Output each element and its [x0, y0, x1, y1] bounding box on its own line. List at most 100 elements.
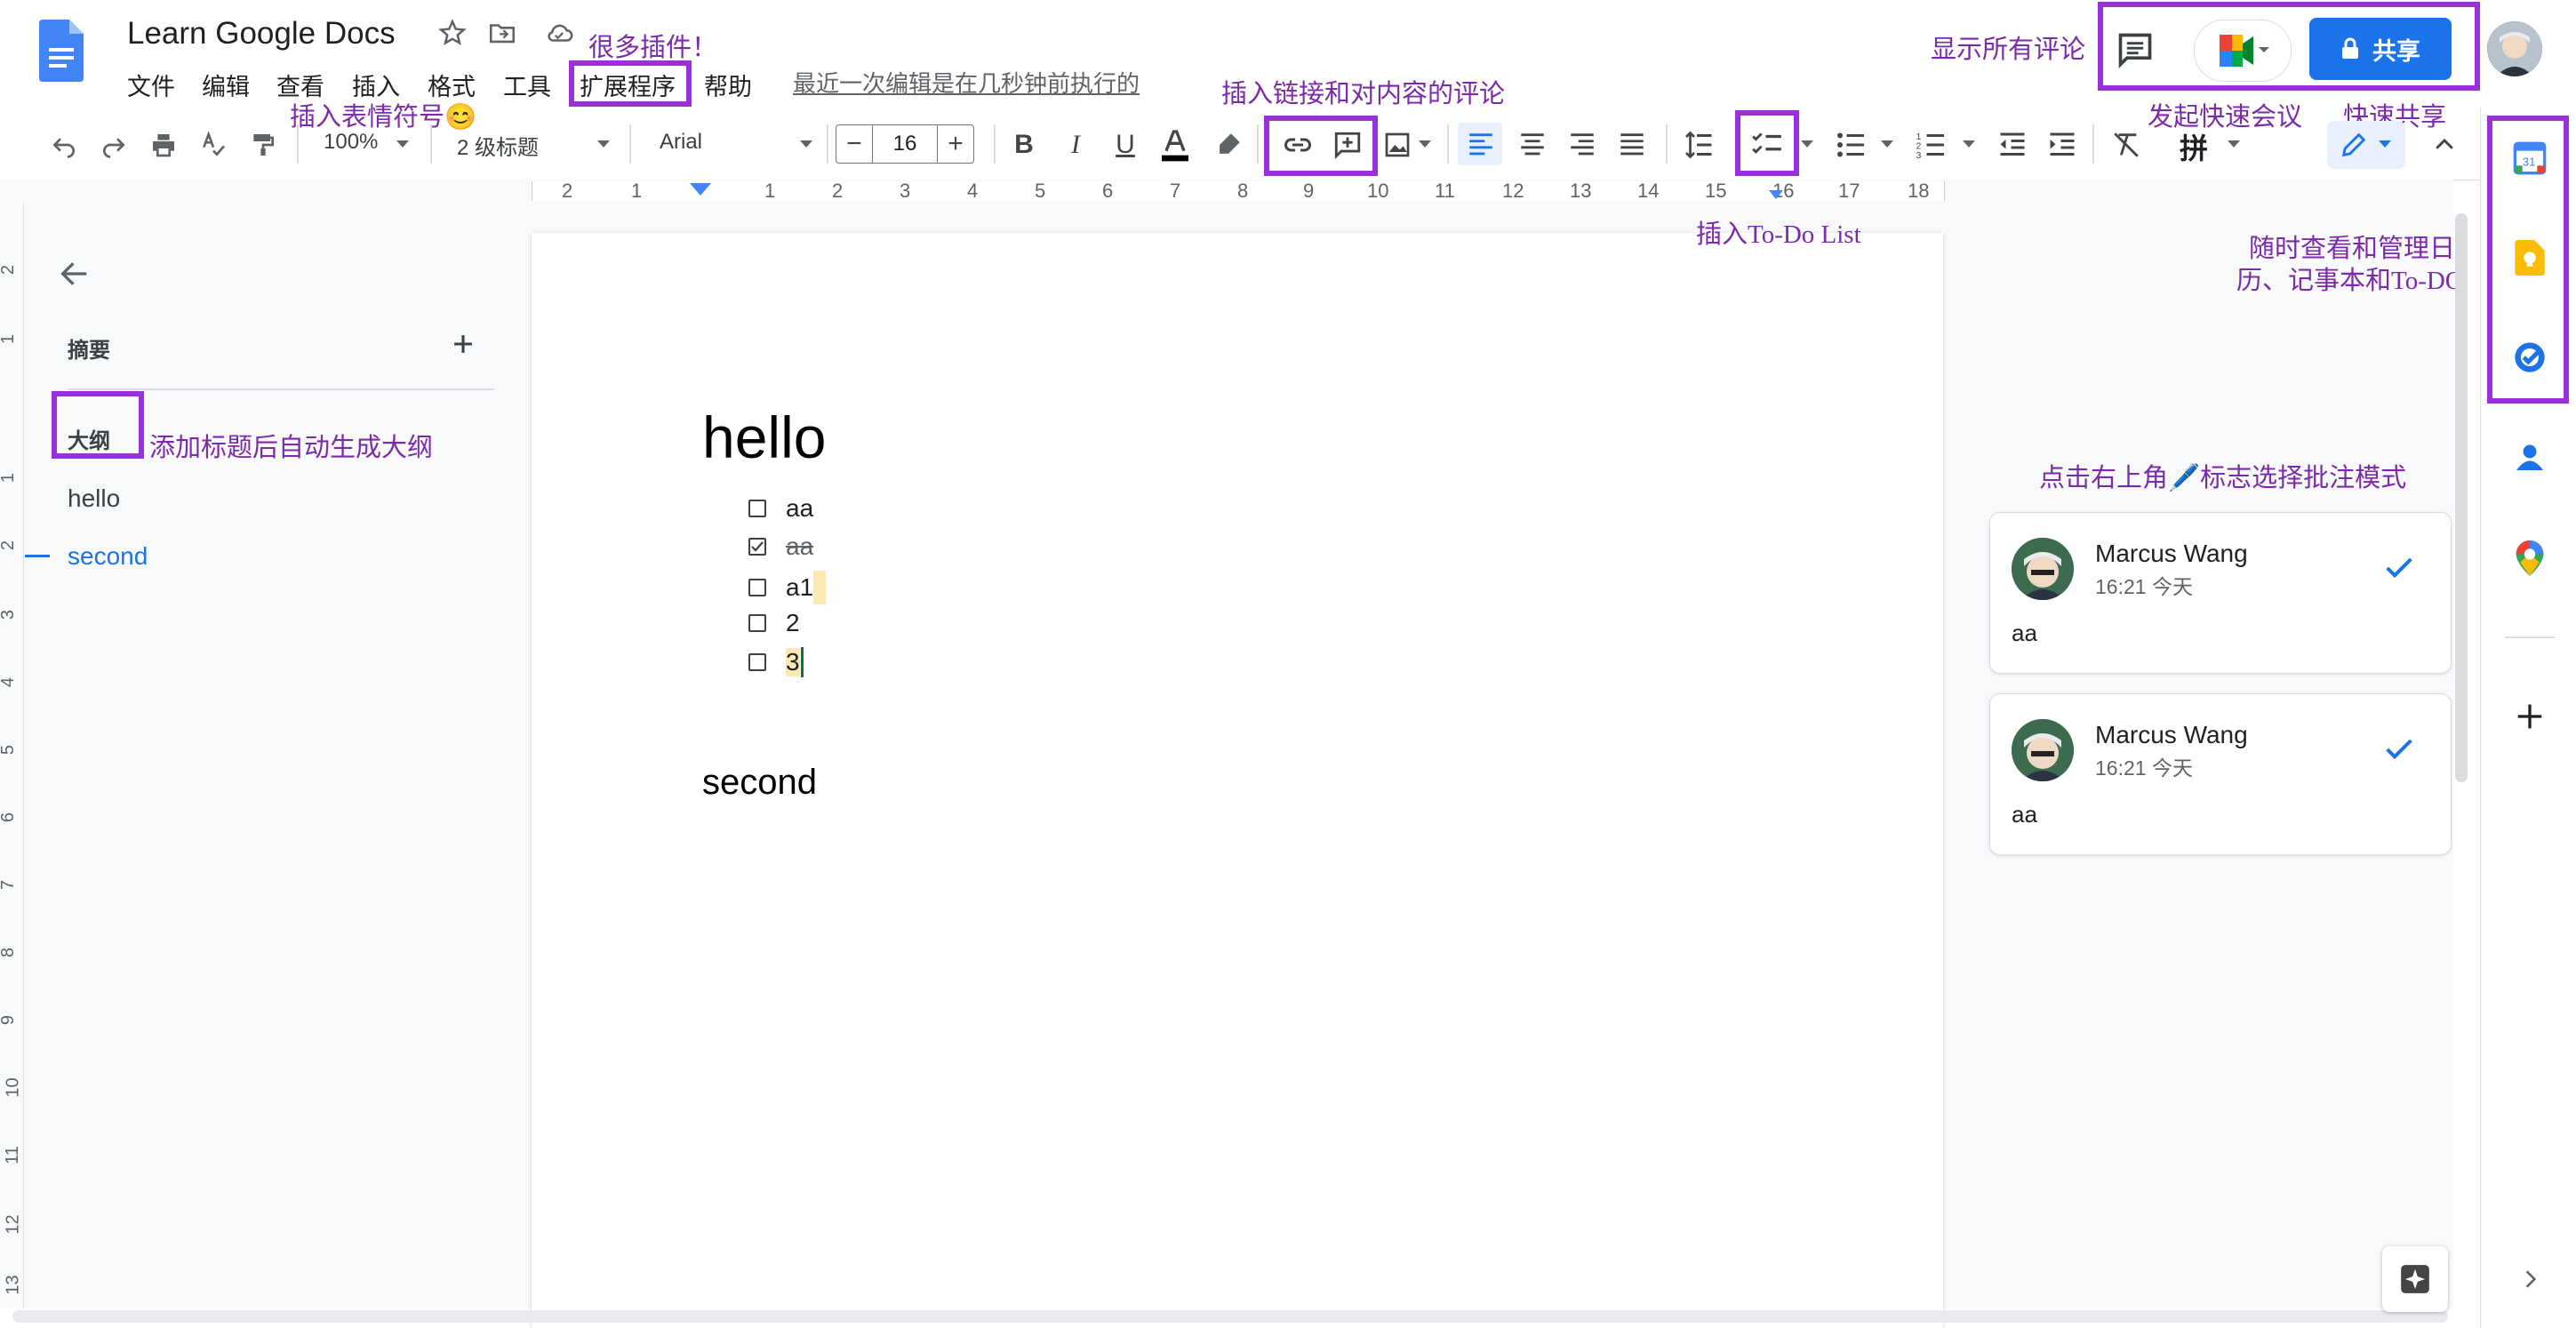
get-addons-icon[interactable] [2512, 699, 2548, 734]
clear-formatting-icon[interactable] [2108, 127, 2144, 163]
ruler-tick-label: 7 [1170, 180, 1181, 202]
outline-item-second[interactable]: second [68, 542, 148, 571]
ruler-tick-label: 14 [1637, 180, 1660, 202]
collapse-menus-icon[interactable] [2427, 127, 2462, 163]
tab-stop-marker-icon[interactable] [1769, 190, 1783, 199]
add-summary-icon[interactable] [448, 329, 478, 359]
align-right-icon[interactable] [1564, 127, 1600, 163]
align-left-icon[interactable] [1463, 127, 1499, 163]
input-method-dropdown-icon[interactable] [2228, 140, 2240, 148]
meet-button[interactable] [2194, 20, 2292, 82]
keep-icon[interactable] [2514, 240, 2546, 276]
comment-card[interactable]: Marcus Wang 16:21 今天 aa [1989, 693, 2452, 855]
todo-item[interactable]: a1 [748, 571, 827, 604]
checked-checkbox-icon[interactable] [748, 538, 766, 556]
font-dropdown-icon[interactable] [800, 140, 812, 148]
vertical-ruler-tick-label: 5 [0, 744, 19, 756]
comments-history-icon[interactable] [2116, 30, 2155, 69]
todo-item-checked[interactable]: aa [748, 532, 813, 561]
doc-title[interactable]: Learn Google Docs [127, 16, 396, 52]
font-size-input[interactable]: 16 [873, 124, 937, 164]
paint-format-icon[interactable] [245, 127, 281, 163]
bulleted-list-icon[interactable] [1833, 127, 1868, 163]
bulleted-list-dropdown-icon[interactable] [1881, 140, 1893, 148]
outline-item-hello[interactable]: hello [68, 484, 120, 513]
input-method-button[interactable]: 拼 [2180, 126, 2208, 167]
print-icon[interactable] [146, 127, 181, 163]
share-label: 共享 [2372, 37, 2420, 65]
calendar-icon[interactable]: 31 [2512, 140, 2548, 176]
redo-icon[interactable] [96, 127, 132, 163]
numbered-list-dropdown-icon[interactable] [1963, 140, 1975, 148]
move-folder-icon[interactable] [487, 18, 517, 48]
spellcheck-icon[interactable] [196, 127, 231, 163]
checklist-dropdown-icon[interactable] [1801, 140, 1813, 148]
align-center-icon[interactable] [1515, 127, 1550, 163]
style-dropdown-icon[interactable] [597, 140, 610, 148]
pencil-icon[interactable] [2336, 127, 2372, 163]
checklist-icon[interactable] [1749, 127, 1785, 163]
vertical-scrollbar[interactable] [2455, 213, 2468, 782]
decrease-indent-icon[interactable] [1995, 127, 2030, 163]
share-button[interactable]: 共享 [2309, 18, 2452, 80]
style-select[interactable]: 2 级标题 [457, 130, 539, 161]
font-size-increase-button[interactable]: + [937, 124, 974, 164]
horizontal-scrollbar[interactable] [12, 1310, 2448, 1323]
resolve-check-icon[interactable] [2381, 732, 2417, 767]
numbered-list-icon[interactable]: 123 [1913, 127, 1948, 163]
todo-item[interactable]: 2 [748, 609, 800, 637]
close-outline-icon[interactable] [57, 256, 92, 292]
checkbox-icon[interactable] [748, 579, 766, 596]
toolbar-separator [994, 124, 996, 164]
star-icon[interactable] [437, 18, 468, 48]
italic-icon[interactable]: I [1058, 127, 1093, 163]
ruler-tick-label: 11 [1435, 180, 1455, 202]
resolve-check-icon[interactable] [2381, 550, 2417, 586]
contacts-icon[interactable] [2514, 441, 2546, 473]
insert-link-icon[interactable] [1280, 127, 1316, 163]
maps-icon[interactable] [2516, 540, 2544, 576]
todo-item[interactable]: 3 [748, 647, 804, 677]
account-avatar[interactable] [2487, 21, 2542, 76]
insert-image-icon[interactable] [1380, 127, 1415, 163]
add-comment-icon[interactable] [1330, 127, 1365, 163]
bold-icon[interactable]: B [1006, 127, 1042, 163]
annotation-link-comment: 插入链接和对内容的评论 [1221, 80, 1506, 108]
editing-mode-dropdown-icon[interactable] [2379, 140, 2391, 148]
zoom-select[interactable]: 100% [324, 130, 378, 155]
increase-indent-icon[interactable] [2044, 127, 2080, 163]
menu-help[interactable]: 帮助 [704, 68, 752, 102]
vertical-ruler-tick-label: 8 [0, 947, 19, 958]
todo-text: a1 [786, 573, 814, 601]
indent-marker-icon[interactable] [690, 183, 711, 196]
expand-panel-icon[interactable] [2519, 1266, 2542, 1292]
todo-item[interactable]: aa [748, 494, 813, 523]
underline-icon[interactable]: U [1108, 127, 1143, 163]
tasks-icon[interactable] [2512, 340, 2548, 375]
image-dropdown-icon[interactable] [1419, 140, 1431, 148]
line-spacing-icon[interactable] [1682, 127, 1717, 163]
checkbox-icon[interactable] [748, 500, 766, 517]
font-size-decrease-button[interactable]: − [836, 124, 873, 164]
highlight-color-icon[interactable] [1211, 127, 1246, 163]
outline-active-marker [25, 555, 50, 557]
font-select[interactable]: Arial [660, 130, 702, 155]
heading-hello[interactable]: hello [702, 404, 826, 471]
last-edit-link[interactable]: 最近一次编辑是在几秒钟前执行的 [793, 66, 1140, 99]
menu-edit[interactable]: 编辑 [202, 68, 250, 102]
vertical-ruler-tick-label: 13 [3, 1275, 23, 1295]
comment-card[interactable]: Marcus Wang 16:21 今天 aa [1989, 512, 2452, 674]
text-color-icon[interactable] [1157, 127, 1193, 163]
menu-file[interactable]: 文件 [127, 68, 175, 102]
docs-logo-icon[interactable] [39, 20, 84, 82]
checkbox-icon[interactable] [748, 614, 766, 632]
lock-icon [2342, 37, 2358, 59]
align-justify-icon[interactable] [1614, 127, 1650, 163]
explore-button[interactable] [2382, 1246, 2448, 1312]
zoom-dropdown-icon[interactable] [396, 140, 409, 148]
undo-icon[interactable] [46, 127, 82, 163]
heading-second[interactable]: second [702, 763, 817, 803]
checkbox-icon[interactable] [748, 653, 766, 671]
cloud-saved-icon[interactable] [544, 18, 574, 48]
menu-tools[interactable]: 工具 [503, 68, 551, 102]
